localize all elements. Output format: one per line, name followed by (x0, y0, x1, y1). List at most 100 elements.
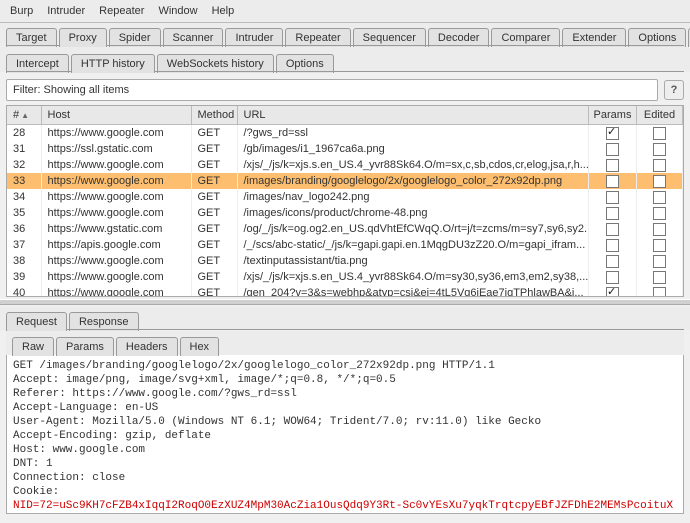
cell: GET (191, 173, 237, 189)
checkbox[interactable] (606, 175, 619, 188)
checkbox[interactable] (606, 191, 619, 204)
cell: 33 (7, 173, 41, 189)
checkbox[interactable] (653, 143, 666, 156)
viewer-tab-raw[interactable]: Raw (12, 337, 54, 356)
checkbox[interactable] (606, 159, 619, 172)
cell (589, 141, 637, 157)
cell: 28 (7, 125, 41, 142)
table-row[interactable]: 35https://www.google.comGET/images/icons… (7, 205, 683, 221)
cell (637, 141, 683, 157)
cell: GET (191, 157, 237, 173)
checkbox[interactable] (653, 175, 666, 188)
menu-help[interactable]: Help (206, 3, 241, 19)
cell: GET (191, 285, 237, 297)
cell (637, 285, 683, 297)
cell (637, 269, 683, 285)
raw-line: Accept: image/png, image/svg+xml, image/… (13, 373, 677, 387)
cell (637, 189, 683, 205)
table-row[interactable]: 39https://www.google.comGET/xjs/_/js/k=x… (7, 269, 683, 285)
table-row[interactable]: 34https://www.google.comGET/images/nav_l… (7, 189, 683, 205)
checkbox[interactable] (653, 223, 666, 236)
cell (637, 253, 683, 269)
table-row[interactable]: 40https://www.google.comGET/gen_204?v=3&… (7, 285, 683, 297)
raw-request-panel[interactable]: GET /images/branding/googlelogo/2x/googl… (6, 355, 684, 514)
cell: /textinputassistant/tia.png (237, 253, 589, 269)
help-button[interactable]: ? (664, 80, 684, 100)
checkbox[interactable] (606, 143, 619, 156)
raw-line: Connection: close (13, 471, 677, 485)
menu-burp[interactable]: Burp (4, 3, 39, 19)
checkbox[interactable] (653, 255, 666, 268)
viewer-tab-row: RawParamsHeadersHex (6, 331, 684, 355)
checkbox[interactable] (653, 127, 666, 140)
checkbox[interactable] (606, 223, 619, 236)
cell: https://www.google.com (41, 285, 191, 297)
col-edited[interactable]: Edited (637, 106, 683, 125)
menu-repeater[interactable]: Repeater (93, 3, 150, 19)
checkbox[interactable] (653, 287, 666, 298)
checkbox[interactable] (653, 207, 666, 220)
table-row[interactable]: 31https://ssl.gstatic.comGET/gb/images/i… (7, 141, 683, 157)
cell: https://www.google.com (41, 253, 191, 269)
cell (637, 237, 683, 253)
table-row[interactable]: 38https://www.google.comGET/textinputass… (7, 253, 683, 269)
cell: GET (191, 125, 237, 142)
cell: GET (191, 253, 237, 269)
cell (637, 221, 683, 237)
checkbox[interactable] (606, 207, 619, 220)
checkbox[interactable] (653, 159, 666, 172)
menu-intruder[interactable]: Intruder (41, 3, 91, 19)
top-tab-proxy[interactable]: Proxy (59, 28, 107, 47)
checkbox[interactable] (606, 271, 619, 284)
cell: /images/branding/googlelogo/2x/googlelog… (237, 173, 589, 189)
cell: 37 (7, 237, 41, 253)
table-row[interactable]: 33https://www.google.comGET/images/brand… (7, 173, 683, 189)
col-url[interactable]: URL (237, 106, 589, 125)
viewer-tab-headers[interactable]: Headers (116, 337, 178, 356)
checkbox[interactable] (606, 287, 619, 298)
cell: https://www.google.com (41, 125, 191, 142)
cell: GET (191, 141, 237, 157)
filter-box[interactable]: Filter: Showing all items (6, 79, 658, 101)
cell: https://www.google.com (41, 205, 191, 221)
reqresp-tab-request[interactable]: Request (6, 312, 67, 331)
raw-line: Referer: https://www.google.com/?gws_rd=… (13, 387, 677, 401)
cell (589, 125, 637, 142)
viewer-tab-params[interactable]: Params (56, 337, 114, 356)
table-row[interactable]: 36https://www.gstatic.comGET/og/_/js/k=o… (7, 221, 683, 237)
cell: https://www.google.com (41, 189, 191, 205)
checkbox[interactable] (606, 255, 619, 268)
cell: 32 (7, 157, 41, 173)
cell: 39 (7, 269, 41, 285)
checkbox[interactable] (653, 191, 666, 204)
cell: GET (191, 221, 237, 237)
col-host[interactable]: Host (41, 106, 191, 125)
col-params[interactable]: Params (589, 106, 637, 125)
col-method[interactable]: Method (191, 106, 237, 125)
table-row[interactable]: 37https://apis.google.comGET/_/scs/abc-s… (7, 237, 683, 253)
cell (589, 205, 637, 221)
checkbox[interactable] (606, 239, 619, 252)
cell: 36 (7, 221, 41, 237)
sec-tab-http-history[interactable]: HTTP history (71, 54, 155, 73)
cell: https://www.google.com (41, 269, 191, 285)
cell: https://www.google.com (41, 157, 191, 173)
menu-window[interactable]: Window (152, 3, 203, 19)
checkbox[interactable] (653, 239, 666, 252)
cell: /gen_204?v=3&s=webhp&atyp=csi&ei=4tL5Vq6… (237, 285, 589, 297)
cell: /_/scs/abc-static/_/js/k=gapi.gapi.en.1M… (237, 237, 589, 253)
history-table-wrap: #▲ Host Method URL Params Edited 28https… (6, 105, 684, 297)
table-row[interactable]: 28https://www.google.comGET/?gws_rd=ssl (7, 125, 683, 142)
cell: /og/_/js/k=og.og2.en_US.qdVhtEfCWqQ.O/rt… (237, 221, 589, 237)
viewer-tab-hex[interactable]: Hex (180, 337, 220, 356)
checkbox[interactable] (606, 127, 619, 140)
col-num[interactable]: #▲ (7, 106, 41, 125)
cell (589, 189, 637, 205)
raw-line: DNT: 1 (13, 457, 677, 471)
cell (589, 269, 637, 285)
pane-splitter[interactable] (0, 299, 690, 305)
cell (637, 205, 683, 221)
cell (589, 237, 637, 253)
table-row[interactable]: 32https://www.google.comGET/xjs/_/js/k=x… (7, 157, 683, 173)
checkbox[interactable] (653, 271, 666, 284)
